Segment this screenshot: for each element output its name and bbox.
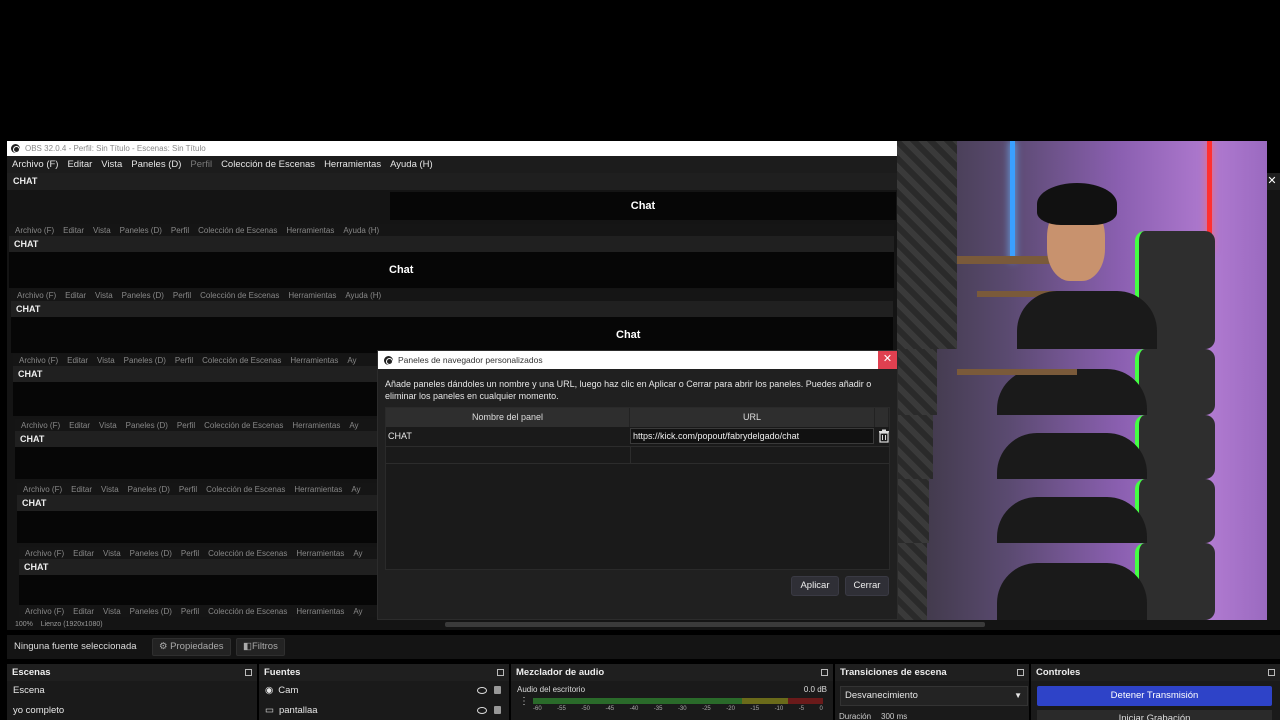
preview-echo: Archivo (F) Editar Vista Paneles (D) Perfil C… (19, 547, 377, 617)
dock-name-cell[interactable]: CHAT (386, 427, 630, 445)
trash-icon[interactable] (878, 429, 890, 443)
preview-echo: Archivo (F) Editar Vista Paneles (D) Perfil C… (15, 419, 377, 479)
echo-chat-header: CHAT (9, 236, 894, 252)
meter-tick-label: -35 (653, 706, 663, 712)
gear-icon: ⚙ (159, 641, 168, 652)
horizontal-scrollbar[interactable] (445, 622, 985, 627)
dock-float-icon[interactable] (497, 669, 504, 676)
dialog-close-button[interactable]: ✕ (878, 351, 897, 369)
window-titlebar: OBS 32.0.4 - Perfil: Sin Título - Escena… (7, 141, 897, 156)
close-button[interactable]: Cerrar (845, 576, 889, 596)
webcam-feed (897, 141, 1267, 620)
menu-vista[interactable]: Vista (101, 159, 122, 170)
controls-title: Controles (1036, 667, 1081, 678)
echo-menubar: Archivo (F) Editar Vista Paneles (D) Perfil C… (9, 224, 894, 236)
dialog-title: Paneles de navegador personalizados (398, 355, 543, 365)
scenes-title: Escenas (12, 667, 51, 678)
menubar: Archivo (F) Editar Vista Paneles (D) Per… (7, 156, 897, 173)
meter-tick-label: -40 (629, 706, 639, 712)
meter-tick-label: -45 (605, 706, 615, 712)
docks-table: Nombre del panel URL CHAT (385, 407, 890, 570)
menu-archivo[interactable]: Archivo (F) (12, 159, 58, 170)
visibility-eye-icon[interactable] (477, 707, 487, 714)
menu-ayuda[interactable]: Ayuda (H) (390, 159, 433, 170)
obs-logo-icon (11, 144, 20, 153)
dock-float-icon[interactable] (1268, 669, 1275, 676)
camera-icon: ◉ (265, 685, 274, 696)
canvas-size: Lienzo (1920x1080) (40, 621, 103, 628)
sources-dock: Fuentes ◉ Cam ▭ pantallaa (259, 664, 509, 720)
meter-tick-label: -50 (581, 706, 590, 712)
meter-tick-label: 0 (819, 706, 823, 712)
zoom-level[interactable]: 100% (15, 621, 33, 628)
menu-editar[interactable]: Editar (67, 159, 92, 170)
apply-button[interactable]: Aplicar (791, 576, 839, 596)
obs-logo-icon (384, 355, 393, 365)
start-recording-button[interactable]: Iniciar Grabación (1037, 710, 1272, 720)
source-item[interactable]: ◉ Cam (259, 681, 509, 701)
duration-label: Duración (839, 712, 872, 720)
preview-echo: Archivo (F) Editar Vista Paneles (D) Perfil C… (17, 483, 377, 543)
echo-chat-banner: Chat (9, 252, 894, 288)
duration-row: Duración 300 ms (839, 712, 907, 720)
preview-echo: Archivo (F) Editar Vista Paneles (D) Perfil C… (9, 224, 894, 288)
audio-mixer-dock: Mezclador de audio Audio del escritorio … (511, 664, 833, 720)
lock-icon[interactable] (494, 686, 501, 694)
meter-tick-label: -25 (702, 706, 711, 712)
meter-tick-label: -60 (533, 706, 542, 712)
custom-browser-docks-dialog: Paneles de navegador personalizados ✕ Añ… (377, 350, 898, 620)
column-header-name[interactable]: Nombre del panel (386, 408, 630, 427)
dock-float-icon[interactable] (821, 669, 828, 676)
meter-tick-label: -30 (677, 706, 687, 712)
properties-button[interactable]: ⚙ Propiedades (152, 638, 231, 656)
scene-item[interactable]: yo completo (7, 701, 257, 720)
scenes-dock: Escenas Escena yo completo (7, 664, 257, 720)
transitions-title: Transiciones de escena (840, 667, 947, 678)
lock-icon[interactable] (494, 706, 501, 714)
mixer-menu-icon[interactable]: ⋮ (519, 696, 529, 707)
dialog-description: Añade paneles dándoles un nombre y una U… (385, 379, 872, 401)
duration-value[interactable]: 300 ms (881, 712, 907, 720)
scene-item[interactable]: Escena (7, 681, 257, 701)
transition-select[interactable]: Desvanecimiento ▼ (840, 686, 1028, 706)
new-dock-url-cell[interactable] (630, 447, 875, 463)
menu-coleccion-escenas[interactable]: Colección de Escenas (221, 159, 315, 170)
chat-banner: Chat (390, 192, 896, 220)
new-dock-name-cell[interactable] (386, 447, 630, 463)
menu-herramientas[interactable]: Herramientas (324, 159, 381, 170)
visibility-eye-icon[interactable] (477, 687, 487, 694)
mixer-db-value: 0.0 dB (803, 685, 827, 694)
preview-echo: Archivo (F) Editar Vista Paneles (D) Perfil C… (11, 289, 893, 353)
dock-float-icon[interactable] (245, 669, 252, 676)
display-icon: ▭ (265, 705, 274, 716)
dialog-titlebar: Paneles de navegador personalizados (378, 351, 897, 369)
source-item[interactable]: ▭ pantallaa (259, 701, 509, 720)
sources-title: Fuentes (264, 667, 301, 678)
mixer-title: Mezclador de audio (516, 667, 605, 678)
chevron-down-icon: ▼ (1014, 691, 1022, 700)
webcam-frame (897, 141, 1267, 349)
volume-meter (533, 698, 823, 704)
close-icon[interactable]: ✕ (1266, 175, 1278, 187)
menu-paneles[interactable]: Paneles (D) (131, 159, 181, 170)
stop-streaming-button[interactable]: Detener Transmisión (1037, 686, 1272, 706)
preview-echo: Archivo (F) Editar Vista Paneles (D) Perfil C… (13, 354, 377, 416)
meter-tick-label: -15 (750, 706, 760, 712)
meter-tick-label: -10 (774, 706, 784, 712)
mixer-track-name: Audio del escritorio (517, 685, 586, 694)
no-source-label: Ninguna fuente seleccionada (14, 641, 137, 652)
meter-tick-label: -20 (726, 706, 735, 712)
window-title: OBS 32.0.4 - Perfil: Sin Título - Escena… (25, 144, 206, 153)
filters-button[interactable]: ◧Filtros (236, 638, 285, 656)
dock-float-icon[interactable] (1017, 669, 1024, 676)
column-header-url[interactable]: URL (630, 408, 875, 427)
filter-icon: ◧ (243, 641, 252, 652)
menu-perfil[interactable]: Perfil (190, 159, 212, 170)
meter-ticks: -60 -55 -50 -45 -40 -35 -30 -25 -20 -15 -10 -5 0 (533, 706, 823, 712)
dock-url-input[interactable] (630, 428, 874, 444)
meter-tick-label: -55 (557, 706, 566, 712)
meter-tick-label: -5 (798, 706, 805, 712)
